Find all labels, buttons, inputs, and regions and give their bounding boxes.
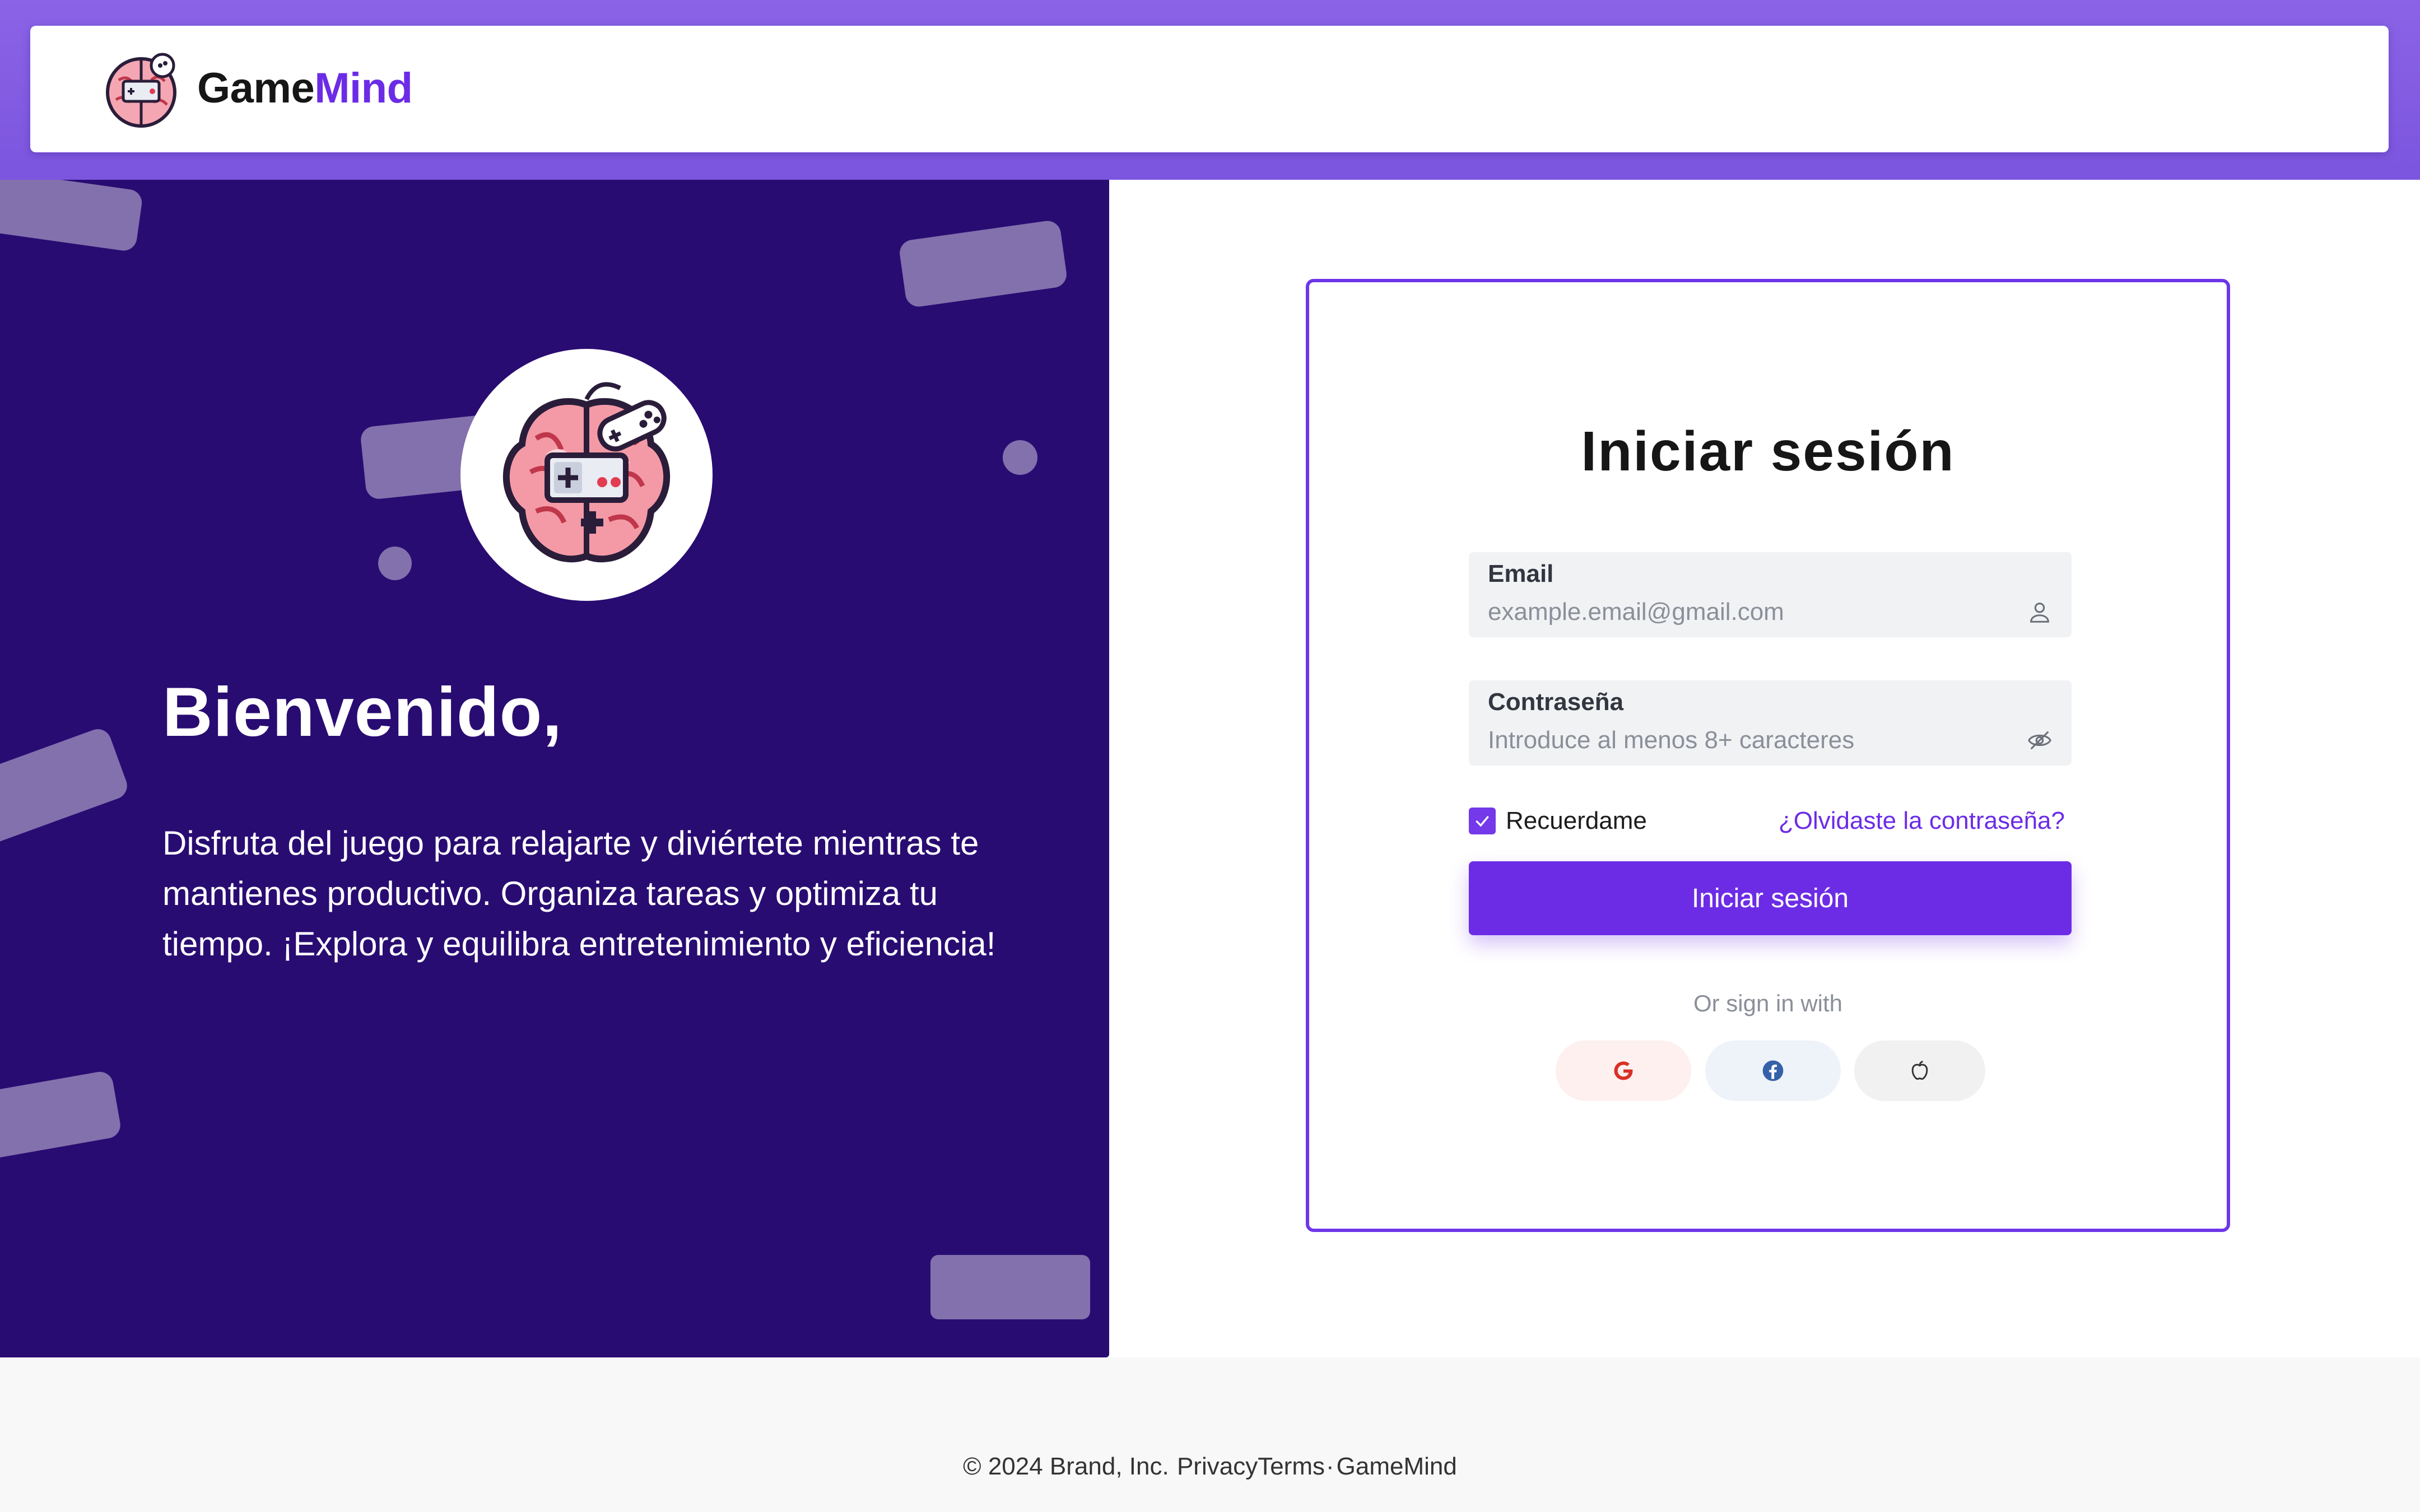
forgot-password-link[interactable]: ¿Olvidaste la contraseña? (1779, 804, 2065, 838)
hero-logo (460, 349, 713, 601)
decorative-shape (0, 725, 131, 850)
email-input[interactable] (1488, 596, 2003, 628)
top-navbar: GameMind (30, 26, 2389, 152)
remember-label[interactable]: Recuerdame (1506, 804, 1647, 838)
email-label: Email (1488, 560, 1554, 587)
login-title: Iniciar sesión (1581, 420, 1955, 483)
brand-name-accent: Mind (314, 64, 413, 112)
apple-signin-button[interactable] (1854, 1040, 1985, 1101)
apple-icon (1911, 1061, 1928, 1080)
login-card: Iniciar sesión Email Contraseña Recuerda… (1306, 279, 2230, 1232)
or-sign-in-with-text: Or sign in with (1693, 990, 1843, 1016)
google-icon (1614, 1061, 1633, 1080)
facebook-signin-button[interactable] (1705, 1040, 1841, 1101)
decorative-shape (0, 1070, 123, 1160)
decorative-shape (0, 180, 144, 253)
password-label: Contraseña (1488, 688, 1624, 716)
brain-gamepad-icon[interactable] (102, 46, 180, 130)
eye-off-icon[interactable] (2027, 727, 2053, 753)
welcome-title: Bienvenido, (162, 674, 562, 751)
footer-copyright: © 2024 Brand, Inc. (963, 1453, 1169, 1480)
welcome-description: Disfruta del juego para relajarte y divi… (162, 824, 996, 963)
decorative-shape (930, 1255, 1090, 1319)
decorative-dot (378, 547, 412, 580)
remember-row: Recuerdame ¿Olvidaste la contraseña? (1469, 804, 2072, 838)
check-icon (1476, 815, 1489, 827)
password-field[interactable]: Contraseña (1469, 680, 2072, 766)
brand-name[interactable]: GameMind (197, 60, 413, 116)
login-submit-button[interactable]: Iniciar sesión (1469, 861, 2072, 935)
user-icon (2030, 603, 2049, 623)
decorative-dot (1003, 440, 1037, 475)
password-input[interactable] (1488, 724, 2003, 757)
header-band: GameMind (0, 0, 2420, 180)
welcome-panel: Bienvenido, Disfruta del juego para rela… (0, 180, 1109, 1357)
remember-checkbox[interactable] (1469, 808, 1496, 834)
brand-name-primary: Game (197, 64, 315, 112)
footer: © 2024 Brand, Inc. PrivacyTerms·GameMind (0, 1357, 2420, 1512)
google-signin-button[interactable] (1556, 1040, 1691, 1101)
footer-separator: · (1325, 1453, 1334, 1480)
brain-gamepad-icon (502, 382, 671, 563)
facebook-icon (1762, 1060, 1784, 1081)
footer-brand: GameMind (1336, 1453, 1457, 1480)
footer-privacy-link[interactable]: Privacy (1177, 1453, 1258, 1480)
footer-terms-link[interactable]: Terms (1258, 1453, 1325, 1480)
decorative-shape (898, 219, 1068, 309)
footer-text: © 2024 Brand, Inc. PrivacyTerms·GameMind (0, 1453, 2420, 1481)
email-field[interactable]: Email (1469, 552, 2072, 637)
